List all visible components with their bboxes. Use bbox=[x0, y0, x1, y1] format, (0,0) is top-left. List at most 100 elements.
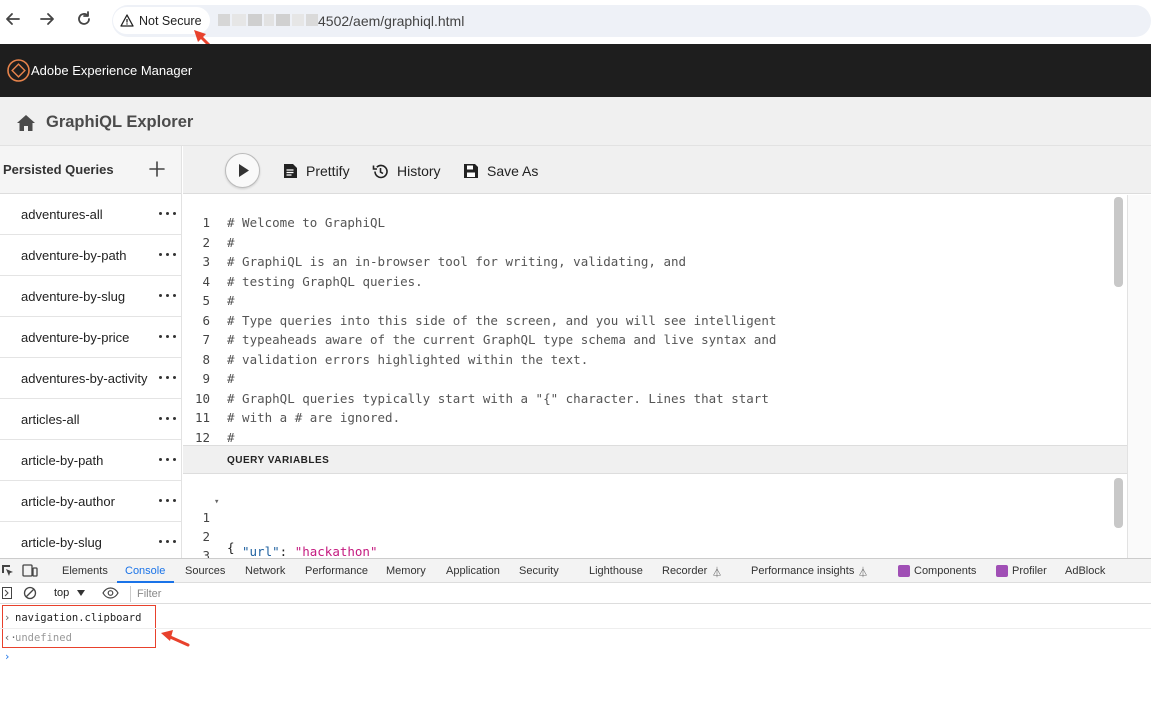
console-input-line[interactable]: navigation.clipboard bbox=[15, 612, 141, 624]
reload-icon[interactable] bbox=[75, 10, 97, 32]
sidebar-item-label: article-by-path bbox=[21, 453, 104, 468]
query-variables-title: QUERY VARIABLES bbox=[227, 455, 330, 466]
inspect-element-icon[interactable] bbox=[1, 564, 14, 577]
variable-separator: : bbox=[279, 544, 295, 558]
variables-line: 3 } bbox=[183, 533, 213, 558]
sidebar-item-label: adventure-by-slug bbox=[21, 289, 126, 304]
sidebar-item-label: adventure-by-price bbox=[21, 330, 130, 345]
devtools-tab[interactable]: AdBlock bbox=[1065, 565, 1105, 577]
sidebar-item[interactable]: adventure-by-slug bbox=[0, 276, 181, 317]
more-options-icon[interactable] bbox=[159, 335, 177, 340]
more-options-icon[interactable] bbox=[159, 499, 177, 504]
browser-toolbar: Not Secure 4502/aem/graphiql.html bbox=[0, 0, 1151, 58]
sidebar-item-label: adventures-by-activity bbox=[21, 371, 148, 386]
device-toolbar-icon[interactable] bbox=[22, 564, 38, 577]
sidebar-item[interactable]: adventure-by-path bbox=[0, 235, 181, 276]
variables-scrollbar[interactable] bbox=[1114, 478, 1123, 528]
sidebar-item[interactable]: adventure-by-price bbox=[0, 317, 181, 358]
save-as-button[interactable]: Save As bbox=[463, 161, 538, 181]
code-comment: # bbox=[227, 293, 235, 308]
console-output-line: undefined bbox=[15, 632, 72, 644]
line-number: 7 bbox=[202, 332, 210, 347]
prettify-button[interactable]: Prettify bbox=[283, 161, 350, 181]
fold-arrow-icon[interactable]: ▾ bbox=[214, 497, 219, 507]
console-prompt-icon[interactable]: › bbox=[4, 651, 10, 663]
line-number: 11 bbox=[194, 410, 210, 425]
more-options-icon[interactable] bbox=[159, 212, 177, 217]
sidebar-item[interactable]: adventures-all bbox=[0, 194, 181, 235]
line-number: 4 bbox=[202, 273, 210, 289]
chevron-down-icon[interactable] bbox=[77, 590, 85, 596]
sidebar-item[interactable]: adventures-by-activity bbox=[0, 358, 181, 399]
home-icon[interactable] bbox=[16, 114, 36, 132]
more-options-icon[interactable] bbox=[159, 294, 177, 299]
sidebar-item-label: adventure-by-path bbox=[21, 248, 127, 263]
devtools-tab[interactable]: Performance bbox=[305, 565, 368, 577]
input-prompt-icon: › bbox=[4, 612, 11, 624]
devtools-tab[interactable]: Performance insights bbox=[751, 565, 854, 577]
code-comment: # bbox=[227, 371, 235, 386]
query-variables-editor[interactable]: 1 ▾ { 2 "url": "hackathon" 3 } bbox=[183, 474, 1127, 558]
devtools-tab[interactable]: Console bbox=[125, 565, 165, 577]
sidebar-toggle-icon[interactable] bbox=[2, 587, 12, 599]
query-variables-header[interactable]: QUERY VARIABLES bbox=[183, 445, 1127, 474]
sidebar-item[interactable]: article-by-path bbox=[0, 440, 181, 481]
code-comment: # validation errors highlighted within t… bbox=[227, 351, 589, 367]
profiler-react-icon bbox=[996, 565, 1008, 577]
line-number: 3 bbox=[202, 254, 210, 269]
sidebar-item[interactable]: article-by-slug bbox=[0, 522, 181, 558]
query-editor[interactable]: 1 # Welcome to GraphiQL 2 #3 # GraphiQL is a… bbox=[183, 195, 1127, 445]
aem-logo-icon[interactable] bbox=[7, 59, 30, 82]
line-number: 2 bbox=[202, 234, 210, 250]
devtools-tab[interactable]: Profiler bbox=[1012, 565, 1047, 577]
add-query-icon[interactable] bbox=[148, 160, 166, 178]
annotation-arrow-icon bbox=[161, 630, 190, 647]
code-comment: # with a # are ignored. bbox=[227, 410, 401, 425]
console-output: › navigation.clipboard ‹· undefined › bbox=[0, 605, 1151, 724]
live-expression-eye-icon[interactable] bbox=[102, 587, 119, 599]
more-options-icon[interactable] bbox=[159, 540, 177, 545]
url-text: 4502/aem/graphiql.html bbox=[318, 13, 465, 29]
variables-line: 1 ▾ { bbox=[183, 495, 234, 555]
page-title-bar: GraphiQL Explorer bbox=[0, 97, 1151, 146]
code-comment: # GraphQL queries typically start with a… bbox=[227, 390, 769, 406]
clear-console-icon[interactable] bbox=[23, 586, 37, 600]
devtools-tabbar: Elements Console Sources Network Performance… bbox=[0, 558, 1151, 583]
more-options-icon[interactable] bbox=[159, 376, 177, 381]
save-icon bbox=[464, 164, 478, 178]
devtools-tab[interactable]: Recorder bbox=[662, 565, 707, 577]
history-button[interactable]: History bbox=[372, 161, 441, 181]
line-number: 10 bbox=[194, 390, 210, 406]
recorder-flask-icon: ⏃ bbox=[712, 568, 722, 579]
line-number: 5 bbox=[202, 293, 210, 308]
devtools-tab[interactable]: Network bbox=[245, 565, 285, 577]
aem-product-name[interactable]: Adobe Experience Manager bbox=[31, 63, 192, 78]
code-comment: # GraphiQL is an in-browser tool for wri… bbox=[227, 254, 687, 269]
persisted-queries-title: Persisted Queries bbox=[3, 162, 114, 177]
sidebar-item-label: adventures-all bbox=[21, 207, 103, 222]
more-options-icon[interactable] bbox=[159, 417, 177, 422]
console-filter-input[interactable]: Filter bbox=[130, 586, 1151, 602]
sidebar-item[interactable]: articles-all bbox=[0, 399, 181, 440]
more-options-icon[interactable] bbox=[159, 253, 177, 258]
devtools-tab[interactable]: Application bbox=[446, 565, 500, 577]
devtools-tab[interactable]: Components bbox=[914, 565, 976, 577]
devtools-tab[interactable]: Lighthouse bbox=[589, 565, 643, 577]
persisted-queries-list: adventures-all adventure-by-path adventure… bbox=[0, 194, 181, 558]
more-options-icon[interactable] bbox=[159, 458, 177, 463]
devtools-tab[interactable]: Memory bbox=[386, 565, 426, 577]
devtools-tab[interactable]: Security bbox=[519, 565, 559, 577]
editor-scrollbar[interactable] bbox=[1114, 197, 1123, 287]
variables-line: 2 "url": "hackathon" bbox=[183, 514, 377, 558]
back-arrow-icon[interactable] bbox=[4, 10, 26, 32]
code-comment: # bbox=[227, 234, 235, 250]
execute-query-button[interactable] bbox=[225, 153, 260, 188]
sidebar-item[interactable]: article-by-author bbox=[0, 481, 181, 522]
context-selector[interactable]: top bbox=[54, 587, 69, 599]
sidebar-item-label: articles-all bbox=[21, 412, 80, 427]
devtools-tab[interactable]: Elements bbox=[62, 565, 108, 577]
forward-arrow-icon[interactable] bbox=[38, 10, 60, 32]
variable-key: "url" bbox=[242, 544, 280, 558]
page-title: GraphiQL Explorer bbox=[46, 113, 194, 131]
devtools-tab[interactable]: Sources bbox=[185, 565, 225, 577]
